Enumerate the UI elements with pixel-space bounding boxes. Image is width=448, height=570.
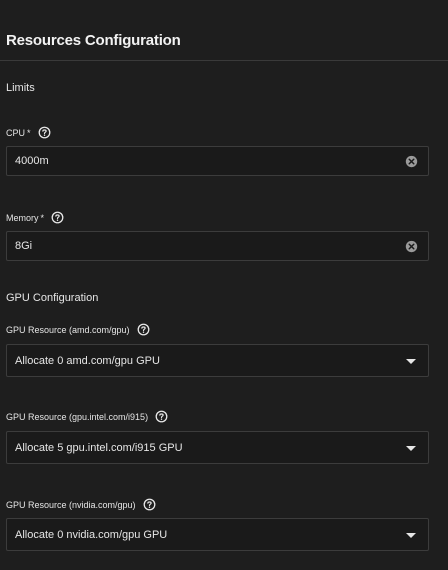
help-icon[interactable] xyxy=(38,126,51,139)
help-icon[interactable] xyxy=(51,211,64,224)
memory-label-text: Memory xyxy=(6,212,39,223)
gpu-intel-select-value: Allocate 5 gpu.intel.com/i915 GPU xyxy=(15,442,183,454)
memory-required-mark: * xyxy=(40,212,45,223)
gpu-amd-label-text: GPU Resource (amd.com/gpu) xyxy=(6,324,130,335)
cpu-label: CPU * xyxy=(6,126,51,139)
gpu-amd-label: GPU Resource (amd.com/gpu) xyxy=(6,323,150,336)
limits-title: Limits xyxy=(6,82,35,94)
chevron-down-icon xyxy=(406,446,416,451)
gpu-nvidia-label-text: GPU Resource (nvidia.com/gpu) xyxy=(6,499,136,510)
gpu-intel-label: GPU Resource (gpu.intel.com/i915) xyxy=(6,410,168,423)
gpu-amd-select[interactable]: Allocate 0 amd.com/gpu GPU xyxy=(6,344,429,377)
memory-label: Memory * xyxy=(6,211,64,224)
clear-icon[interactable] xyxy=(405,240,418,253)
cpu-input-value: 4000m xyxy=(15,155,49,167)
cpu-required-mark: * xyxy=(27,127,31,138)
gpu-nvidia-label: GPU Resource (nvidia.com/gpu) xyxy=(6,498,156,511)
gpu-configuration-title: GPU Configuration xyxy=(6,292,99,304)
gpu-intel-select[interactable]: Allocate 5 gpu.intel.com/i915 GPU xyxy=(6,431,429,464)
cpu-label-text: CPU xyxy=(6,127,26,138)
chevron-down-icon xyxy=(406,359,416,364)
memory-input[interactable]: 8Gi xyxy=(6,231,429,261)
clear-icon[interactable] xyxy=(405,155,418,168)
help-icon[interactable] xyxy=(143,498,156,511)
cpu-input[interactable]: 4000m xyxy=(6,146,429,176)
gpu-amd-select-value: Allocate 0 amd.com/gpu GPU xyxy=(15,355,160,367)
memory-input-value: 8Gi xyxy=(15,240,33,252)
section-divider xyxy=(0,60,448,61)
gpu-intel-label-text: GPU Resource (gpu.intel.com/i915) xyxy=(6,411,149,422)
help-icon[interactable] xyxy=(137,323,150,336)
help-icon[interactable] xyxy=(155,410,168,423)
section-title: Resources Configuration xyxy=(6,32,181,49)
gpu-nvidia-select-value: Allocate 0 nvidia.com/gpu GPU xyxy=(15,529,168,541)
chevron-down-icon xyxy=(406,533,416,538)
gpu-nvidia-select[interactable]: Allocate 0 nvidia.com/gpu GPU xyxy=(6,518,429,551)
